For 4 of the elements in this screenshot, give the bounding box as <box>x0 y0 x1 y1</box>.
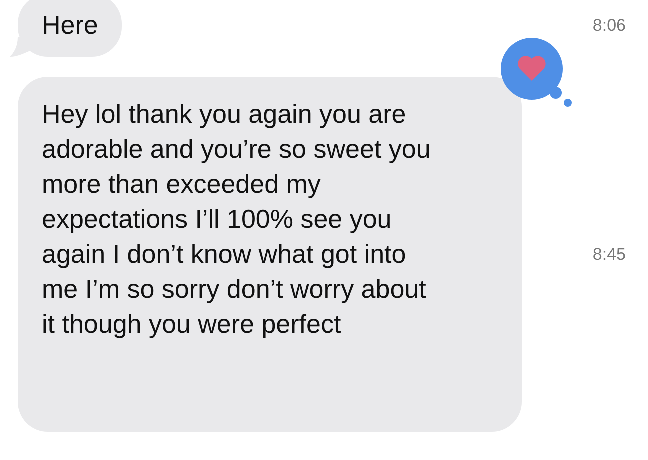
message-text: Here <box>42 10 98 40</box>
message-time: 8:45 <box>592 244 626 264</box>
message-text: Hey lol thank you again you are adorable and you’re so sweet you more than exceeded my expectations I’ll 100% see you again I don’t know what got into me I’m so sorry don’t worry about it though you were perfect <box>42 99 431 339</box>
message-time: 8:06 <box>592 16 626 36</box>
